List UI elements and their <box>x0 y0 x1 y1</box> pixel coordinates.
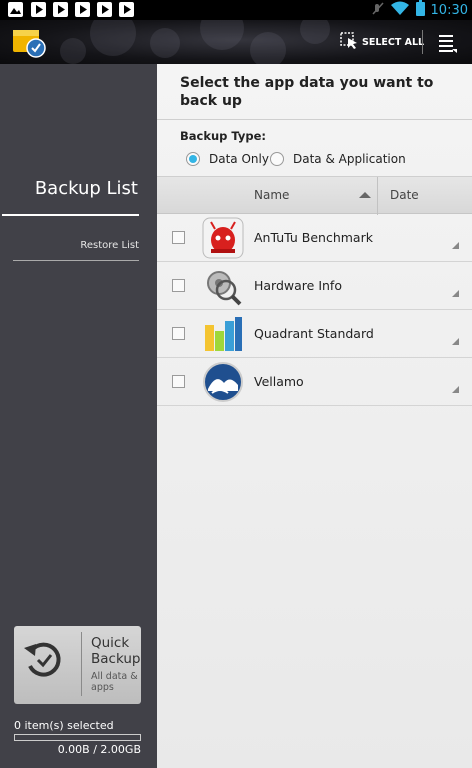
quadrant-icon <box>202 313 244 355</box>
wifi-icon <box>390 1 410 20</box>
column-header-date[interactable]: Date <box>390 188 419 202</box>
select-all-button[interactable]: SELECT ALL <box>340 30 424 54</box>
sort-ascending-icon[interactable] <box>359 192 371 198</box>
hardware-info-icon <box>202 265 244 307</box>
app-row-hardware-info[interactable]: Hardware Info <box>157 262 472 310</box>
mute-icon <box>371 1 384 20</box>
app-name: Hardware Info <box>254 278 342 293</box>
expand-icon[interactable] <box>452 242 459 249</box>
app-name: AnTuTu Benchmark <box>254 230 373 245</box>
quick-backup-button[interactable]: Quick Backup All data & apps <box>14 626 141 704</box>
vellamo-icon <box>202 361 244 403</box>
app-name: Quadrant Standard <box>254 326 374 341</box>
storage-progress-bar <box>14 734 141 741</box>
sidebar-item-backup-list[interactable]: Backup List <box>0 178 140 216</box>
sidebar: Backup List Restore List Quick Backup Al… <box>0 64 157 768</box>
quick-backup-icon <box>20 636 68 684</box>
app-logo-icon[interactable] <box>12 26 46 58</box>
action-bar: SELECT ALL <box>0 20 472 64</box>
image-icon <box>8 2 23 17</box>
play-store-icon <box>53 2 68 17</box>
action-bar-divider <box>422 30 423 54</box>
selected-count: 0 item(s) selected <box>14 719 114 732</box>
radio-data-only[interactable] <box>186 152 200 166</box>
play-store-icon <box>31 2 46 17</box>
expand-icon[interactable] <box>452 290 459 297</box>
select-all-label: SELECT ALL <box>362 36 425 48</box>
page-title: Select the app data you want to back up <box>180 75 434 109</box>
column-header: Name Date <box>157 176 472 215</box>
column-divider <box>377 177 378 215</box>
radio-data-and-application[interactable] <box>270 152 284 166</box>
app-row-vellamo[interactable]: Vellamo <box>157 358 472 406</box>
play-store-icon <box>75 2 90 17</box>
backup-type-label: Backup Type: <box>180 129 267 143</box>
expand-icon[interactable] <box>452 386 459 393</box>
clock: 10:30 <box>430 2 468 18</box>
column-header-name[interactable]: Name <box>254 188 289 202</box>
antutu-icon <box>202 217 244 259</box>
expand-icon[interactable] <box>452 338 459 345</box>
heading-divider <box>157 119 472 120</box>
quick-backup-subtitle: All data & apps <box>91 671 138 693</box>
app-row-quadrant[interactable]: Quadrant Standard <box>157 310 472 358</box>
app-checkbox[interactable] <box>172 375 185 388</box>
battery-icon <box>415 0 425 20</box>
play-store-icon <box>119 2 134 17</box>
radio-data-and-application-label[interactable]: Data & Application <box>293 152 406 166</box>
app-checkbox[interactable] <box>172 327 185 340</box>
app-checkbox[interactable] <box>172 279 185 292</box>
app-name: Vellamo <box>254 374 304 389</box>
restore-list-underline <box>13 260 139 261</box>
status-bar: 10:30 <box>0 0 472 20</box>
storage-text: 0.00B / 2.00GB <box>57 743 141 756</box>
quick-backup-divider <box>81 632 82 696</box>
backup-list-active-indicator <box>2 214 139 216</box>
main-panel: Select the app data you want to back up … <box>157 64 472 768</box>
menu-icon <box>439 35 457 53</box>
sidebar-item-restore-list[interactable]: Restore List <box>13 240 139 251</box>
quick-backup-title: Quick Backup <box>91 635 141 667</box>
app-row-antutu[interactable]: AnTuTu Benchmark <box>157 214 472 262</box>
overflow-menu-button[interactable] <box>436 32 458 54</box>
select-all-icon <box>340 31 358 53</box>
play-store-icon <box>97 2 112 17</box>
app-checkbox[interactable] <box>172 231 185 244</box>
radio-data-only-label[interactable]: Data Only <box>209 152 269 166</box>
